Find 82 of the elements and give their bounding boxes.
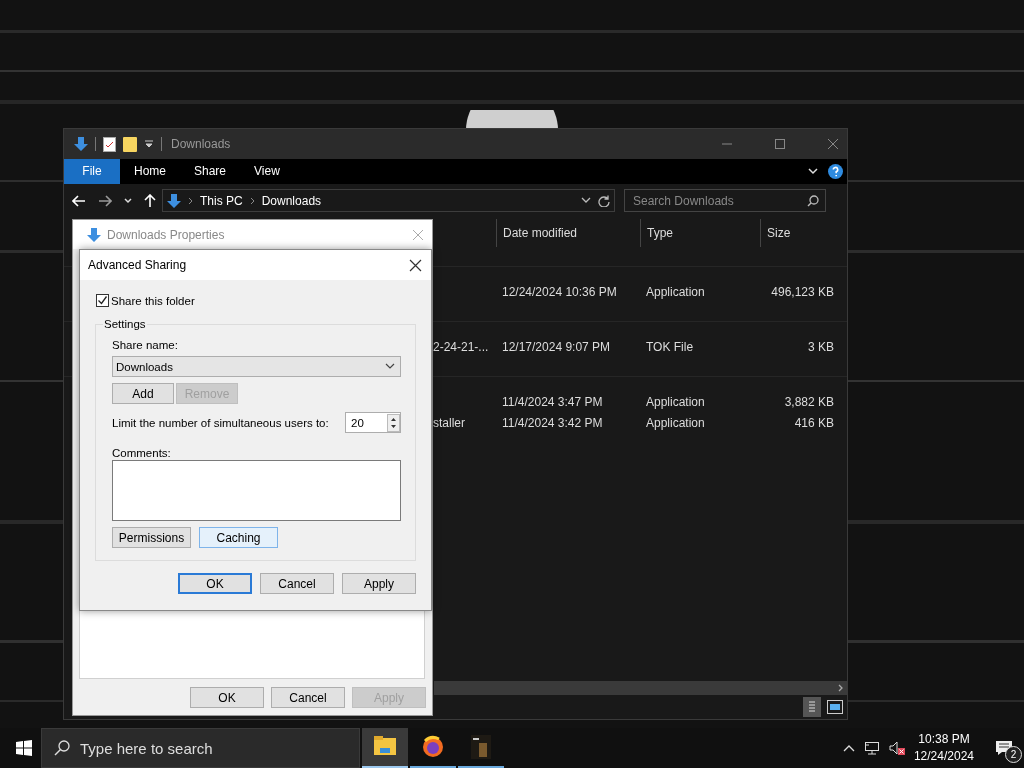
ribbon-tab[interactable]: File [64,159,120,184]
horizontal-scrollbar[interactable] [434,681,847,695]
search-icon [54,740,70,756]
table-cell-text: staller [433,415,466,430]
comments-field[interactable] [112,460,401,521]
group-label: Settings [103,318,147,330]
download-arrow-icon [87,227,101,242]
back-arrow-icon[interactable] [72,194,86,207]
app-icon [469,735,493,759]
details-view-icon[interactable] [803,697,821,717]
search-icon[interactable] [807,194,819,207]
table-cell-text: 496,123 KB [770,284,835,299]
ribbon-tab[interactable]: View [240,159,294,184]
clock[interactable]: 10:38 PM 12/24/2024 [913,731,974,765]
clock-time: 10:38 PM [918,731,970,748]
checkbox-label: Share this folder [111,294,195,307]
dialog-button[interactable]: Permissions [112,527,191,548]
chevron-icon[interactable] [581,197,591,204]
dialog-button[interactable]: OK [178,573,252,594]
chevron-right-icon [249,196,255,205]
table-cell-text: 11/4/2024 3:47 PM [501,394,604,409]
checklist-icon[interactable] [103,136,116,152]
table-cell-text: 3 KB [807,339,835,354]
folder-icon[interactable] [123,136,137,152]
ribbon-tab[interactable]: Home [120,159,180,184]
column-header[interactable]: Size [760,219,840,247]
download-arrow-icon [74,137,88,151]
share-name-dropdown[interactable]: Downloads [112,356,401,377]
field-label: Comments: [112,447,172,459]
ribbon-tab[interactable]: Share [180,159,241,184]
chevron-right-icon [188,196,193,205]
table-cell-text: 12/24/2024 10:36 PM [501,284,618,299]
tiles-view-icon[interactable] [827,700,843,714]
chevron-icon[interactable] [808,167,818,176]
up-arrow-icon[interactable] [144,193,156,208]
table-cell-text: TOK File [645,339,695,354]
table-cell-text: 3,882 KB [783,394,835,409]
field-label: Share name: [112,339,179,351]
dialog-button[interactable]: Apply [342,573,416,594]
table-cell-text: Application [645,394,706,409]
table-cell-text: Application [645,284,706,299]
dialog-button[interactable]: OK [190,687,264,708]
column-header[interactable]: Type [640,219,760,247]
search-field[interactable]: Type here to search [41,728,360,768]
breadcrumb-item[interactable]: This PC [200,193,243,208]
table-cell-text: 12/17/2024 9:07 PM [501,339,612,354]
search-field[interactable]: Search Downloads [624,189,826,212]
window-title: Downloads [171,137,231,151]
dialog-title: Advanced Sharing [88,258,187,272]
dialog-button[interactable]: Cancel [260,573,334,594]
spin-arrows-icon [387,413,400,432]
table-cell-text: 2-24-21-... [433,339,490,354]
notification-badge: 2 [1005,746,1022,763]
chevron-up-icon[interactable] [842,744,855,752]
checkbox[interactable] [96,294,109,307]
table-cell-text: 11/4/2024 3:42 PM [501,415,604,430]
windows-start-icon[interactable] [16,740,32,756]
dialog-button[interactable]: Caching [199,527,278,548]
chevron-icon [385,363,395,370]
network-icon[interactable] [863,741,880,755]
dialog-button[interactable]: Add [112,383,174,404]
dialog-title: Downloads Properties [107,227,225,242]
taskbar-button[interactable] [362,728,408,768]
breadcrumb-item[interactable]: Downloads [261,193,322,208]
maximize-icon[interactable] [774,138,786,150]
caret-icon[interactable] [144,139,154,149]
table-cell-text: 416 KB [793,415,835,430]
close-icon[interactable] [409,258,422,272]
table-cell-text: Application [645,415,706,430]
address-bar[interactable]: This PC Downloads [162,189,615,212]
speaker-muted-icon[interactable] [888,741,905,755]
chevron-right-icon[interactable] [838,684,844,692]
column-header[interactable]: Date modified [496,219,640,247]
clock-date: 12/24/2024 [913,748,974,765]
dialog-button[interactable]: Cancel [271,687,345,708]
help-icon[interactable] [828,164,843,179]
number-spinner[interactable]: 20 [345,412,401,433]
refresh-icon[interactable] [598,194,610,207]
forward-arrow-icon[interactable] [98,194,112,207]
chevron-icon[interactable] [124,197,132,204]
download-arrow-icon [167,193,181,208]
field-label: Limit the number of simultaneous users to: [112,416,329,429]
